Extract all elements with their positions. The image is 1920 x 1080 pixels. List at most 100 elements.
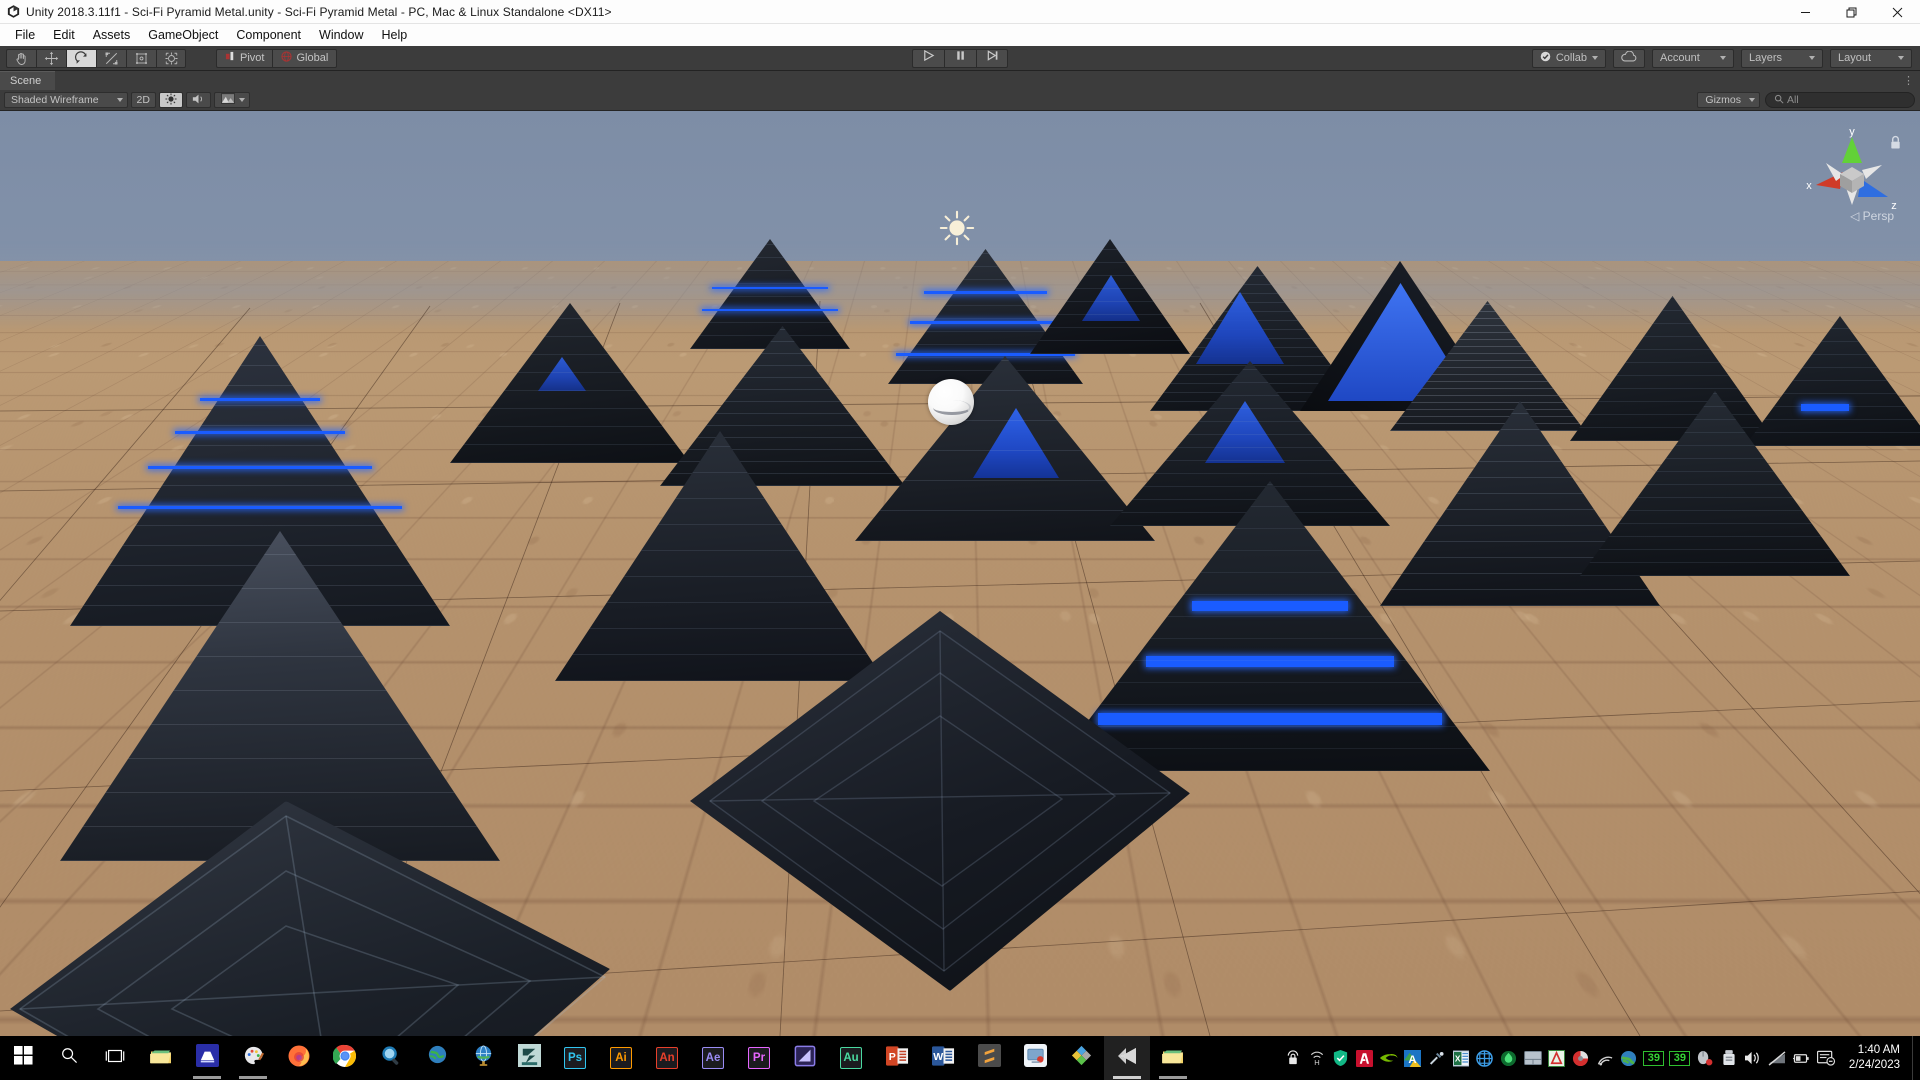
tray-hotspot[interactable]: H	[1305, 1036, 1329, 1080]
move-tool-button[interactable]	[36, 48, 66, 68]
minimize-button[interactable]	[1782, 0, 1828, 24]
menu-assets[interactable]: Assets	[84, 26, 140, 44]
chrome-app[interactable]	[322, 1036, 368, 1080]
screen-recorder-app[interactable]	[1012, 1036, 1058, 1080]
file-explorer-window[interactable]	[1150, 1036, 1196, 1080]
reflection-probe-sphere[interactable]	[928, 379, 974, 425]
pivot-toggle[interactable]: Pivot	[216, 48, 273, 68]
play-button[interactable]	[912, 48, 944, 68]
rect-transform-tool-button[interactable]	[126, 48, 156, 68]
folder-icon	[149, 1046, 173, 1071]
tray-badge-1[interactable]: 39	[1641, 1036, 1667, 1080]
taskbar-clock[interactable]: 1:40 AM 2/24/2023	[1841, 1043, 1912, 1073]
toggle-2d-button[interactable]: 2D	[130, 92, 156, 108]
firefox-app[interactable]	[276, 1036, 322, 1080]
photoshop-app[interactable]: Ps	[552, 1036, 598, 1080]
task-view-button[interactable]	[92, 1036, 138, 1080]
tray-acrobat[interactable]	[1545, 1036, 1569, 1080]
tray-mouse[interactable]	[1693, 1036, 1717, 1080]
tray-volume[interactable]	[1741, 1036, 1765, 1080]
menu-window[interactable]: Window	[310, 26, 372, 44]
tray-autodesk[interactable]: A	[1401, 1036, 1425, 1080]
tray-globe-green[interactable]	[1617, 1036, 1641, 1080]
restore-button[interactable]	[1828, 0, 1874, 24]
step-button[interactable]	[976, 48, 1008, 68]
svg-text:X: X	[1455, 1053, 1461, 1063]
tray-excel[interactable]: X	[1449, 1036, 1473, 1080]
magnifier-app[interactable]	[368, 1036, 414, 1080]
menu-edit[interactable]: Edit	[44, 26, 84, 44]
tray-adobe[interactable]	[1353, 1036, 1377, 1080]
globe-app[interactable]	[414, 1036, 460, 1080]
after-effects-app[interactable]: Ae	[690, 1036, 736, 1080]
unity-editor-app[interactable]	[1104, 1036, 1150, 1080]
tray-green[interactable]	[1497, 1036, 1521, 1080]
unity-main-toolbar: Pivot Global Collab Account Layers Layou…	[0, 46, 1920, 71]
illustrator-app[interactable]: Ai	[598, 1036, 644, 1080]
powerpoint-app[interactable]: P	[874, 1036, 920, 1080]
tray-vpn[interactable]	[1281, 1036, 1305, 1080]
toggle-effects-button[interactable]	[213, 92, 250, 108]
menu-gameobject[interactable]: GameObject	[139, 26, 227, 44]
tray-grid[interactable]	[1473, 1036, 1497, 1080]
paint-app[interactable]	[230, 1036, 276, 1080]
scene-orientation-gizmo[interactable]: y x z	[1796, 126, 1908, 245]
tab-scene[interactable]: Scene	[0, 71, 56, 90]
menu-component[interactable]: Component	[227, 26, 310, 44]
tray-network[interactable]	[1765, 1036, 1789, 1080]
animate-app[interactable]: An	[644, 1036, 690, 1080]
window-title: Unity 2018.3.11f1 - Sci-Fi Pyramid Metal…	[26, 4, 612, 19]
media-encoder-app[interactable]	[782, 1036, 828, 1080]
tray-nvidia[interactable]	[1377, 1036, 1401, 1080]
gizmos-dropdown[interactable]: Gizmos	[1697, 92, 1760, 108]
draw-mode-dropdown[interactable]: Shaded Wireframe	[4, 92, 128, 108]
zbrush-app[interactable]	[506, 1036, 552, 1080]
tray-notifications[interactable]	[1813, 1036, 1841, 1080]
tray-security[interactable]	[1329, 1036, 1353, 1080]
pause-button[interactable]	[944, 48, 976, 68]
rotate-tool-button[interactable]	[66, 48, 96, 68]
layers-dropdown[interactable]: Layers	[1741, 48, 1823, 68]
transform-tool-button[interactable]	[156, 48, 186, 68]
scale-tool-button[interactable]	[96, 48, 126, 68]
hand-tool-button[interactable]	[6, 48, 36, 68]
start-button[interactable]	[0, 1036, 46, 1080]
scale-icon	[104, 51, 119, 66]
file-explorer-pin[interactable]	[138, 1036, 184, 1080]
search-button[interactable]	[46, 1036, 92, 1080]
tray-usb[interactable]	[1717, 1036, 1741, 1080]
scanner-app[interactable]	[184, 1036, 230, 1080]
show-desktop-button[interactable]	[1912, 1036, 1920, 1080]
cloud-button[interactable]	[1613, 48, 1645, 68]
tray-tools[interactable]	[1425, 1036, 1449, 1080]
menu-help[interactable]: Help	[372, 26, 416, 44]
word-app[interactable]: W	[920, 1036, 966, 1080]
premiere-app[interactable]: Pr	[736, 1036, 782, 1080]
tray-ccleaner[interactable]	[1569, 1036, 1593, 1080]
pivot-label: Pivot	[240, 52, 265, 64]
world-app[interactable]	[460, 1036, 506, 1080]
scene-search-input[interactable]: All	[1765, 92, 1915, 108]
menu-file[interactable]: File	[6, 26, 44, 44]
recorder-icon	[1023, 1044, 1047, 1072]
scene-viewport-3d[interactable]: y x z ◁ Persp	[0, 111, 1920, 1036]
view-orientation-label[interactable]: ◁ Persp	[1850, 209, 1894, 223]
panel-options-icon[interactable]: ⋮	[1903, 74, 1915, 87]
unity-hub-app[interactable]	[1058, 1036, 1104, 1080]
toggle-lighting-button[interactable]	[158, 92, 183, 108]
account-dropdown[interactable]: Account	[1652, 48, 1734, 68]
audition-app[interactable]: Au	[828, 1036, 874, 1080]
tray-wifi-alt[interactable]	[1593, 1036, 1617, 1080]
toggle-audio-button[interactable]	[185, 92, 211, 108]
gizmo-lock-icon[interactable]	[1889, 135, 1902, 155]
collab-button[interactable]: Collab	[1531, 48, 1606, 68]
tray-battery[interactable]	[1789, 1036, 1813, 1080]
close-button[interactable]	[1874, 0, 1920, 24]
account-label: Account	[1660, 52, 1700, 64]
tray-touchpad[interactable]	[1521, 1036, 1545, 1080]
sublime-app[interactable]	[966, 1036, 1012, 1080]
tray-badge-2[interactable]: 39	[1667, 1036, 1693, 1080]
global-toggle[interactable]: Global	[272, 48, 338, 68]
directional-light-gizmo[interactable]	[938, 209, 976, 247]
layout-dropdown[interactable]: Layout	[1830, 48, 1912, 68]
